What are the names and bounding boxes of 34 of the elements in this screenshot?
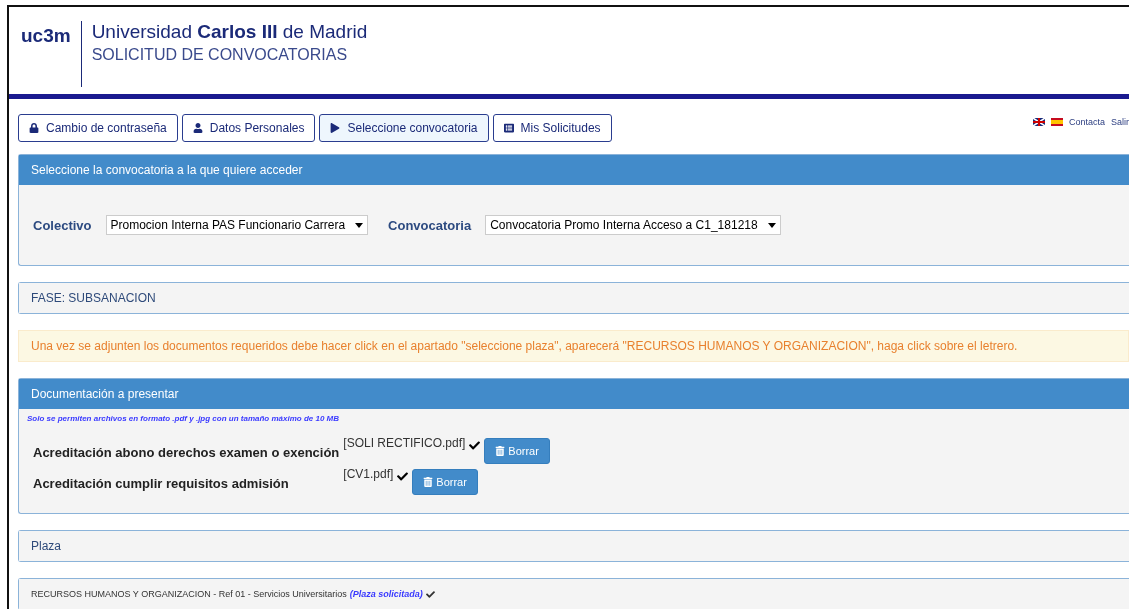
nav-button[interactable]: Datos Personales xyxy=(181,114,316,142)
trash-icon xyxy=(423,477,434,487)
user-icon xyxy=(192,123,203,133)
field-label: Colectivo xyxy=(33,217,92,233)
nav-button[interactable]: Cambio de contraseña xyxy=(18,114,178,142)
select-field[interactable]: Convocatoria Promo Interna Acceso a C1_181218 xyxy=(485,215,781,235)
list-icon xyxy=(503,123,514,133)
select-field[interactable]: Promocion Interna PAS Funcionario Carrera xyxy=(105,215,369,235)
file-format-note: Solo se permiten archivos en formato .pdf y .jpg con un tamaño máximo de 10 MB xyxy=(26,413,341,425)
plaza-item[interactable]: RECURSOS HUMANOS Y ORGANIZACION - Ref 01 - Servicios Universitarios (Plaza solicitada) xyxy=(18,578,1129,609)
alert-message: Una vez se adjunten los documentos requeridos debe hacer click en el apartado "seleccione plaza", aparecerá "RECURSOS HUMANOS Y ORGANIZACION", haga click sobre el letrero. xyxy=(18,330,1129,362)
trash-icon xyxy=(495,446,506,456)
panel-title: Documentación a presentar xyxy=(19,379,1129,409)
document-label: Acreditación abono derechos examen o exención xyxy=(33,444,340,460)
panel-title: Seleccione la convocatoria a la que quiere acceder xyxy=(19,155,1129,185)
header-link[interactable]: Salir xyxy=(1111,116,1129,127)
delete-button[interactable]: Borrar xyxy=(412,469,478,495)
spanish-flag-icon[interactable] xyxy=(1050,117,1063,126)
english-flag-icon[interactable] xyxy=(1032,117,1045,126)
lock-icon xyxy=(29,123,39,133)
file-name: [SOLI RECTIFICO.pdf] xyxy=(343,436,466,450)
delete-button[interactable]: Borrar xyxy=(484,438,550,464)
logo: uc3m xyxy=(21,24,72,47)
plaza-text: RECURSOS HUMANOS Y ORGANIZACION - Ref 01 - Servicios Universitarios xyxy=(31,589,347,599)
nav-button[interactable]: Seleccione convocatoria xyxy=(319,114,489,142)
app-subtitle: SOLICITUD DE CONVOCATORIAS xyxy=(91,46,349,64)
document-label: Acreditación cumplir requisitos admisión xyxy=(33,475,290,491)
file-name: [CV1.pdf] xyxy=(343,467,394,481)
nav-button[interactable]: Mis Solicitudes xyxy=(492,114,612,142)
header-link[interactable]: Contacta xyxy=(1068,116,1105,127)
plaza-status: (Plaza solicitada) xyxy=(349,589,423,599)
play-icon xyxy=(330,123,341,133)
university-name: Universidad Carlos III de Madrid xyxy=(91,21,368,43)
field-label: Convocatoria xyxy=(388,217,472,233)
